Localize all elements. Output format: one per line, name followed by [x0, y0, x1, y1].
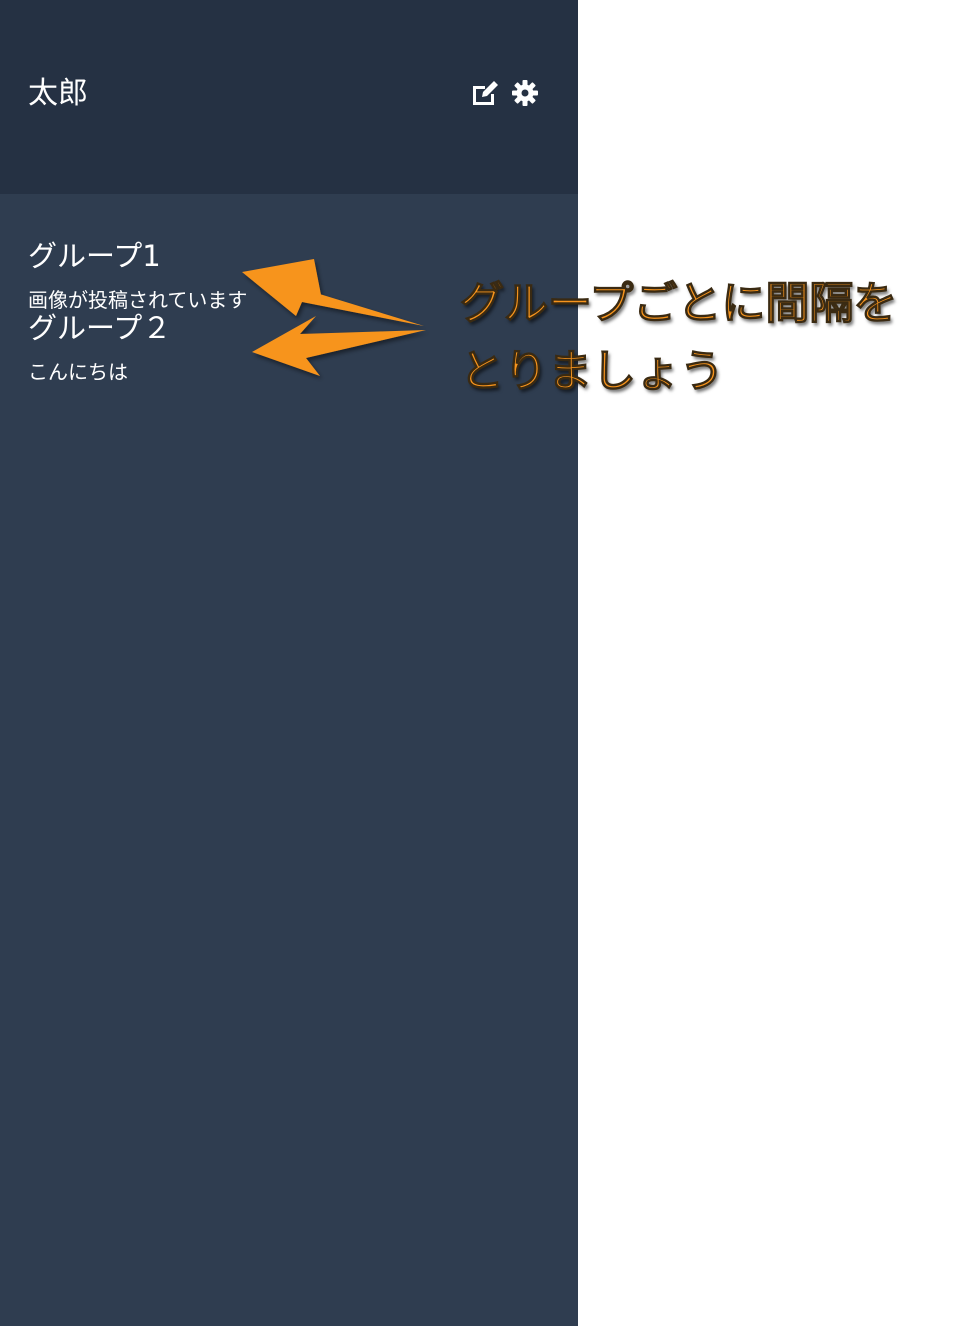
sidebar: 太郎 グループ1 画像が投稿されています グループ２ こんにちは [0, 0, 578, 1326]
edit-icon-glyph [473, 81, 498, 105]
gear-icon[interactable] [510, 78, 540, 108]
annotation-line-2: とりましょう [460, 346, 725, 398]
user-name: 太郎 [28, 76, 88, 111]
sidebar-header: 太郎 [0, 0, 578, 194]
edit-icon[interactable] [470, 78, 500, 108]
annotation-text: グループごとに間隔を とりましょう [460, 270, 940, 406]
annotation-line-1: グループごとに間隔を [460, 278, 898, 330]
header-actions [470, 78, 540, 108]
gear-icon-glyph [512, 80, 538, 106]
